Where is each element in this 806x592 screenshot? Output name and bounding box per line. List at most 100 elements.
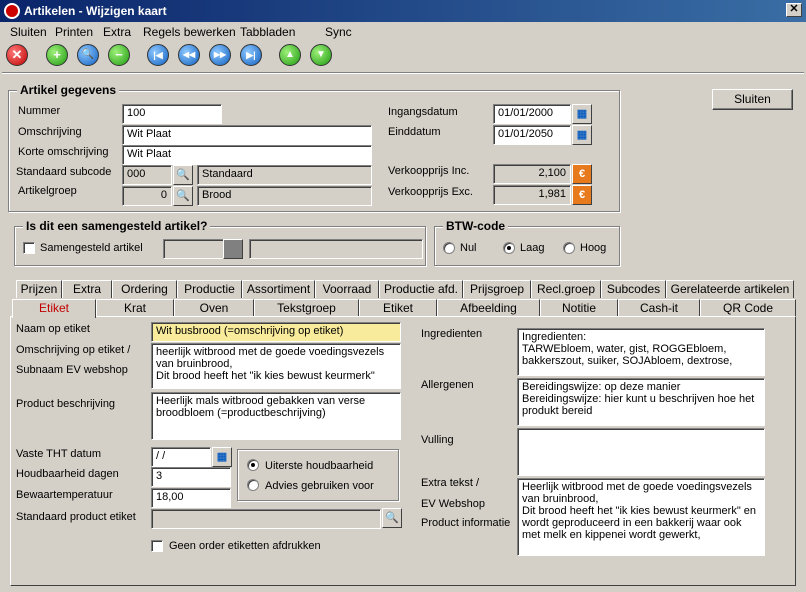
standaard-etiket-search-icon[interactable]: 🔍	[382, 508, 402, 528]
tab-oven[interactable]: Oven	[174, 299, 254, 317]
tab-assortiment[interactable]: Assortiment	[242, 280, 315, 298]
tab-productie[interactable]: Productie	[177, 280, 242, 298]
euro-icon[interactable]: €	[572, 185, 592, 205]
euro-icon[interactable]: €	[572, 164, 592, 184]
uiterste-houdbaarheid-radio[interactable]	[247, 459, 259, 471]
add-icon[interactable]: +	[46, 44, 68, 66]
einddatum-field[interactable]: 01/01/2050	[493, 125, 571, 145]
tab-afbeelding[interactable]: Afbeelding	[437, 299, 540, 317]
advies-gebruiken-radio[interactable]	[247, 479, 259, 491]
menu-sluiten[interactable]: Sluiten	[10, 25, 47, 39]
tab-prijsgroep[interactable]: Prijsgroep	[463, 280, 531, 298]
subcode-search-icon[interactable]: 🔍	[173, 165, 193, 185]
nummer-field[interactable]: 100	[122, 104, 222, 124]
menu-printen[interactable]: Printen	[55, 25, 93, 39]
ev-webshop-label: EV Webshop	[421, 498, 486, 510]
naam-etiket-label: Naam op etiket	[16, 323, 90, 335]
remove-icon[interactable]: −	[108, 44, 130, 66]
verkoopprijs-inc-field: 2,100	[493, 164, 571, 184]
samengesteld-name	[249, 239, 423, 259]
tab-krat[interactable]: Krat	[96, 299, 174, 317]
artikelgroep-label: Artikelgroep	[18, 185, 77, 197]
menu-tabbladen[interactable]: Tabbladen	[240, 25, 295, 39]
tab-subcodes[interactable]: Subcodes	[601, 280, 666, 298]
tht-calendar-icon[interactable]: ▦	[212, 447, 232, 467]
tab-etiket-active[interactable]: Etiket	[12, 299, 96, 318]
tab-productie-afd[interactable]: Productie afd.	[379, 280, 463, 298]
bewaartemperatuur-label: Bewaartemperatuur	[16, 489, 113, 501]
tab-gerelateerde-artikelen[interactable]: Gerelateerde artikelen	[666, 280, 794, 298]
tht-datum-label: Vaste THT datum	[16, 448, 101, 460]
group-title: Is dit een samengesteld artikel?	[23, 219, 211, 233]
korte-omschrijving-field[interactable]: Wit Plaat	[122, 145, 372, 165]
tab-ordering[interactable]: Ordering	[112, 280, 177, 298]
move-up-icon[interactable]: ▲	[279, 44, 301, 66]
tab-extra[interactable]: Extra	[62, 280, 112, 298]
sluiten-button[interactable]: Sluiten	[712, 89, 793, 110]
btw-laag-radio[interactable]	[503, 242, 515, 254]
ingredienten-textarea[interactable]: Ingredienten: TARWEbloem, water, gist, R…	[517, 328, 765, 376]
ingangsdatum-label: Ingangsdatum	[388, 106, 458, 118]
tab-reclgroep[interactable]: Recl.groep	[531, 280, 601, 298]
allergenen-label: Allergenen	[421, 379, 474, 391]
standaard-etiket-label: Standaard product etiket	[16, 511, 136, 523]
extra-tekst-label: Extra tekst /	[421, 477, 480, 489]
omschrijving-field[interactable]: Wit Plaat	[122, 125, 372, 145]
next-record-icon[interactable]: ▶▶	[209, 44, 231, 66]
subcode-field[interactable]: 000	[122, 165, 172, 185]
previous-record-icon[interactable]: ◀◀	[178, 44, 200, 66]
uiterste-houdbaarheid-label: Uiterste houdbaarheid	[265, 460, 374, 472]
btw-hoog-radio[interactable]	[563, 242, 575, 254]
extra-tekst-textarea[interactable]: Heerlijk witbrood met de goede voedingsv…	[517, 478, 765, 556]
tab-prijzen[interactable]: Prijzen	[16, 280, 62, 298]
tab-voorraad[interactable]: Voorraad	[315, 280, 379, 298]
group-title: BTW-code	[443, 219, 509, 233]
verkoopprijs-exc-field: 1,981	[493, 185, 571, 205]
houdbaarheid-field[interactable]: 3	[151, 467, 231, 487]
artikelgroep-field[interactable]: 0	[122, 186, 172, 206]
menu-extra[interactable]: Extra	[103, 25, 131, 39]
menu-sync[interactable]: Sync	[325, 25, 352, 39]
btw-nul-label: Nul	[460, 242, 477, 254]
houdbaarheid-radio-group	[237, 449, 399, 501]
tab-qr-code[interactable]: QR Code	[700, 299, 796, 317]
window-close-button[interactable]: ✕	[786, 3, 802, 17]
title-bar: Artikelen - Wijzigen kaart ✕	[0, 0, 806, 22]
tab-tekstgroep[interactable]: Tekstgroep	[254, 299, 359, 317]
vulling-textarea[interactable]	[517, 428, 765, 476]
standaard-etiket-field[interactable]	[151, 509, 381, 529]
verkoopprijs-inc-label: Verkoopprijs Inc.	[388, 165, 470, 177]
korte-omschrijving-label: Korte omschrijving	[18, 146, 109, 158]
group-title: Artikel gegevens	[17, 83, 120, 97]
omschrijving-label: Omschrijving	[18, 126, 82, 138]
tht-datum-field[interactable]: / /	[151, 447, 211, 467]
toolbar-separator	[2, 72, 804, 74]
close-record-icon[interactable]: ✕	[6, 44, 28, 66]
tab-notitie[interactable]: Notitie	[540, 299, 618, 317]
product-beschrijving-textarea[interactable]: Heerlijk mals witbrood gebakken van vers…	[151, 392, 401, 440]
artikelgroep-name: Brood	[197, 186, 372, 206]
subcode-name: Standaard	[197, 165, 372, 185]
vulling-label: Vulling	[421, 434, 454, 446]
naam-etiket-field[interactable]: Wit busbrood (=omschrijving op etiket)	[151, 322, 401, 342]
first-record-icon[interactable]: |◀	[147, 44, 169, 66]
verkoopprijs-exc-label: Verkoopprijs Exc.	[388, 186, 473, 198]
tab-cash-it[interactable]: Cash-it	[618, 299, 700, 317]
omschrijving-etiket-textarea[interactable]: heerlijk witbrood met de goede voedingsv…	[151, 343, 401, 389]
ingangsdatum-field[interactable]: 01/01/2000	[493, 104, 571, 124]
ingangsdatum-calendar-icon[interactable]: ▦	[572, 104, 592, 124]
tab-etiket[interactable]: Etiket	[359, 299, 437, 317]
samengesteld-checkbox[interactable]	[23, 242, 35, 254]
search-icon[interactable]: 🔍	[77, 44, 99, 66]
move-down-icon[interactable]: ▼	[310, 44, 332, 66]
btw-nul-radio[interactable]	[443, 242, 455, 254]
einddatum-calendar-icon[interactable]: ▦	[572, 125, 592, 145]
last-record-icon[interactable]: ▶|	[240, 44, 262, 66]
allergenen-textarea[interactable]: Bereidingswijze: op deze manier Bereidin…	[517, 378, 765, 426]
menu-regels-bewerken[interactable]: Regels bewerken	[143, 25, 236, 39]
samengesteld-button[interactable]	[223, 239, 243, 259]
ingredienten-label: Ingredienten	[421, 328, 483, 340]
bewaartemperatuur-field[interactable]: 18,00	[151, 488, 231, 508]
artikelgroep-search-icon[interactable]: 🔍	[173, 186, 193, 206]
geen-order-checkbox[interactable]	[151, 540, 163, 552]
